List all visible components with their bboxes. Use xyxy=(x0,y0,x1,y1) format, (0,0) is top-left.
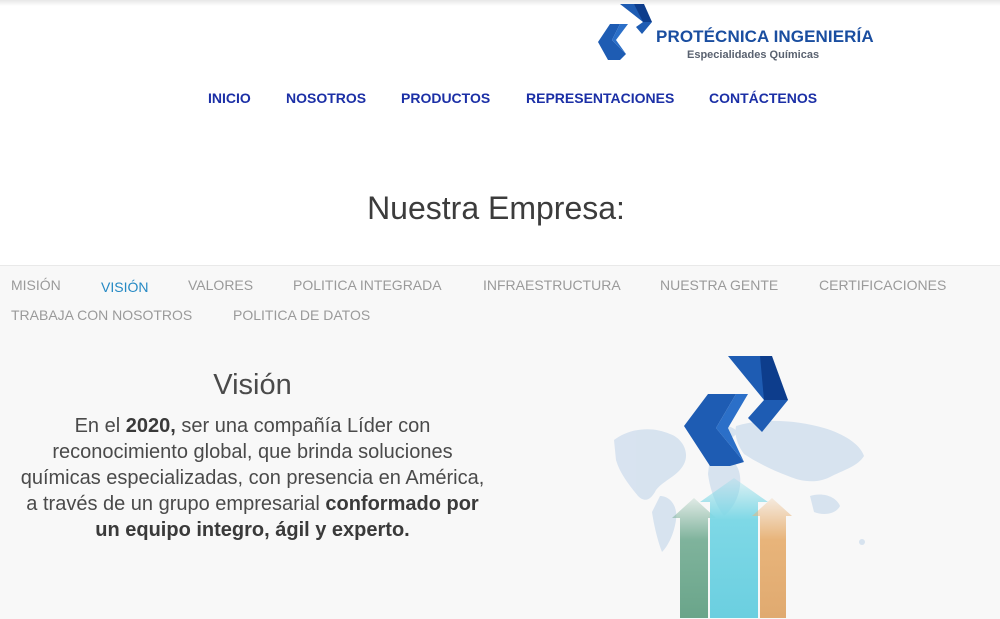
brand-subtitle: Especialidades Químicas xyxy=(687,49,820,61)
tab-vision[interactable]: VISIÓN xyxy=(101,279,148,295)
tab-trabaja-con-nosotros[interactable]: TRABAJA CON NOSOTROS xyxy=(11,307,192,323)
nav-item-inicio[interactable]: INICIO xyxy=(208,90,251,106)
logo-chevrons-icon xyxy=(598,4,652,60)
main-nav: INICIO NOSOTROS PRODUCTOS REPRESENTACION… xyxy=(0,90,1000,110)
tab-politica-integrada[interactable]: POLITICA INTEGRADA xyxy=(293,277,442,293)
nav-item-representaciones[interactable]: REPRESENTACIONES xyxy=(526,90,674,106)
vision-title: Visión xyxy=(213,369,292,401)
section-title: Nuestra Empresa: xyxy=(367,190,625,226)
world-map-arrows-icon xyxy=(614,356,865,618)
tab-valores[interactable]: VALORES xyxy=(188,277,253,293)
tab-certificaciones[interactable]: CERTIFICACIONES xyxy=(819,277,946,293)
nav-item-productos[interactable]: PRODUCTOS xyxy=(401,90,490,106)
tab-nuestra-gente[interactable]: NUESTRA GENTE xyxy=(660,277,778,293)
nav-item-contactenos[interactable]: CONTÁCTENOS xyxy=(709,90,817,106)
nav-item-nosotros[interactable]: NOSOTROS xyxy=(286,90,366,106)
tab-infraestructura[interactable]: INFRAESTRUCTURA xyxy=(483,277,621,293)
vision-text-intro: En el xyxy=(74,415,126,437)
vision-year: 2020, xyxy=(125,415,176,437)
brand-name: PROTÉCNICA INGENIERÍA xyxy=(656,27,874,46)
tab-mision[interactable]: MISIÓN xyxy=(11,277,61,293)
vision-text: En el 2020, ser una compañía Líder con r… xyxy=(20,413,485,543)
tab-politica-de-datos[interactable]: POLITICA DE DATOS xyxy=(233,307,370,323)
site-header: PROTÉCNICA INGENIERÍA Especialidades Quí… xyxy=(0,0,1000,265)
brand-logo[interactable]: PROTÉCNICA INGENIERÍA Especialidades Quí… xyxy=(596,2,874,64)
